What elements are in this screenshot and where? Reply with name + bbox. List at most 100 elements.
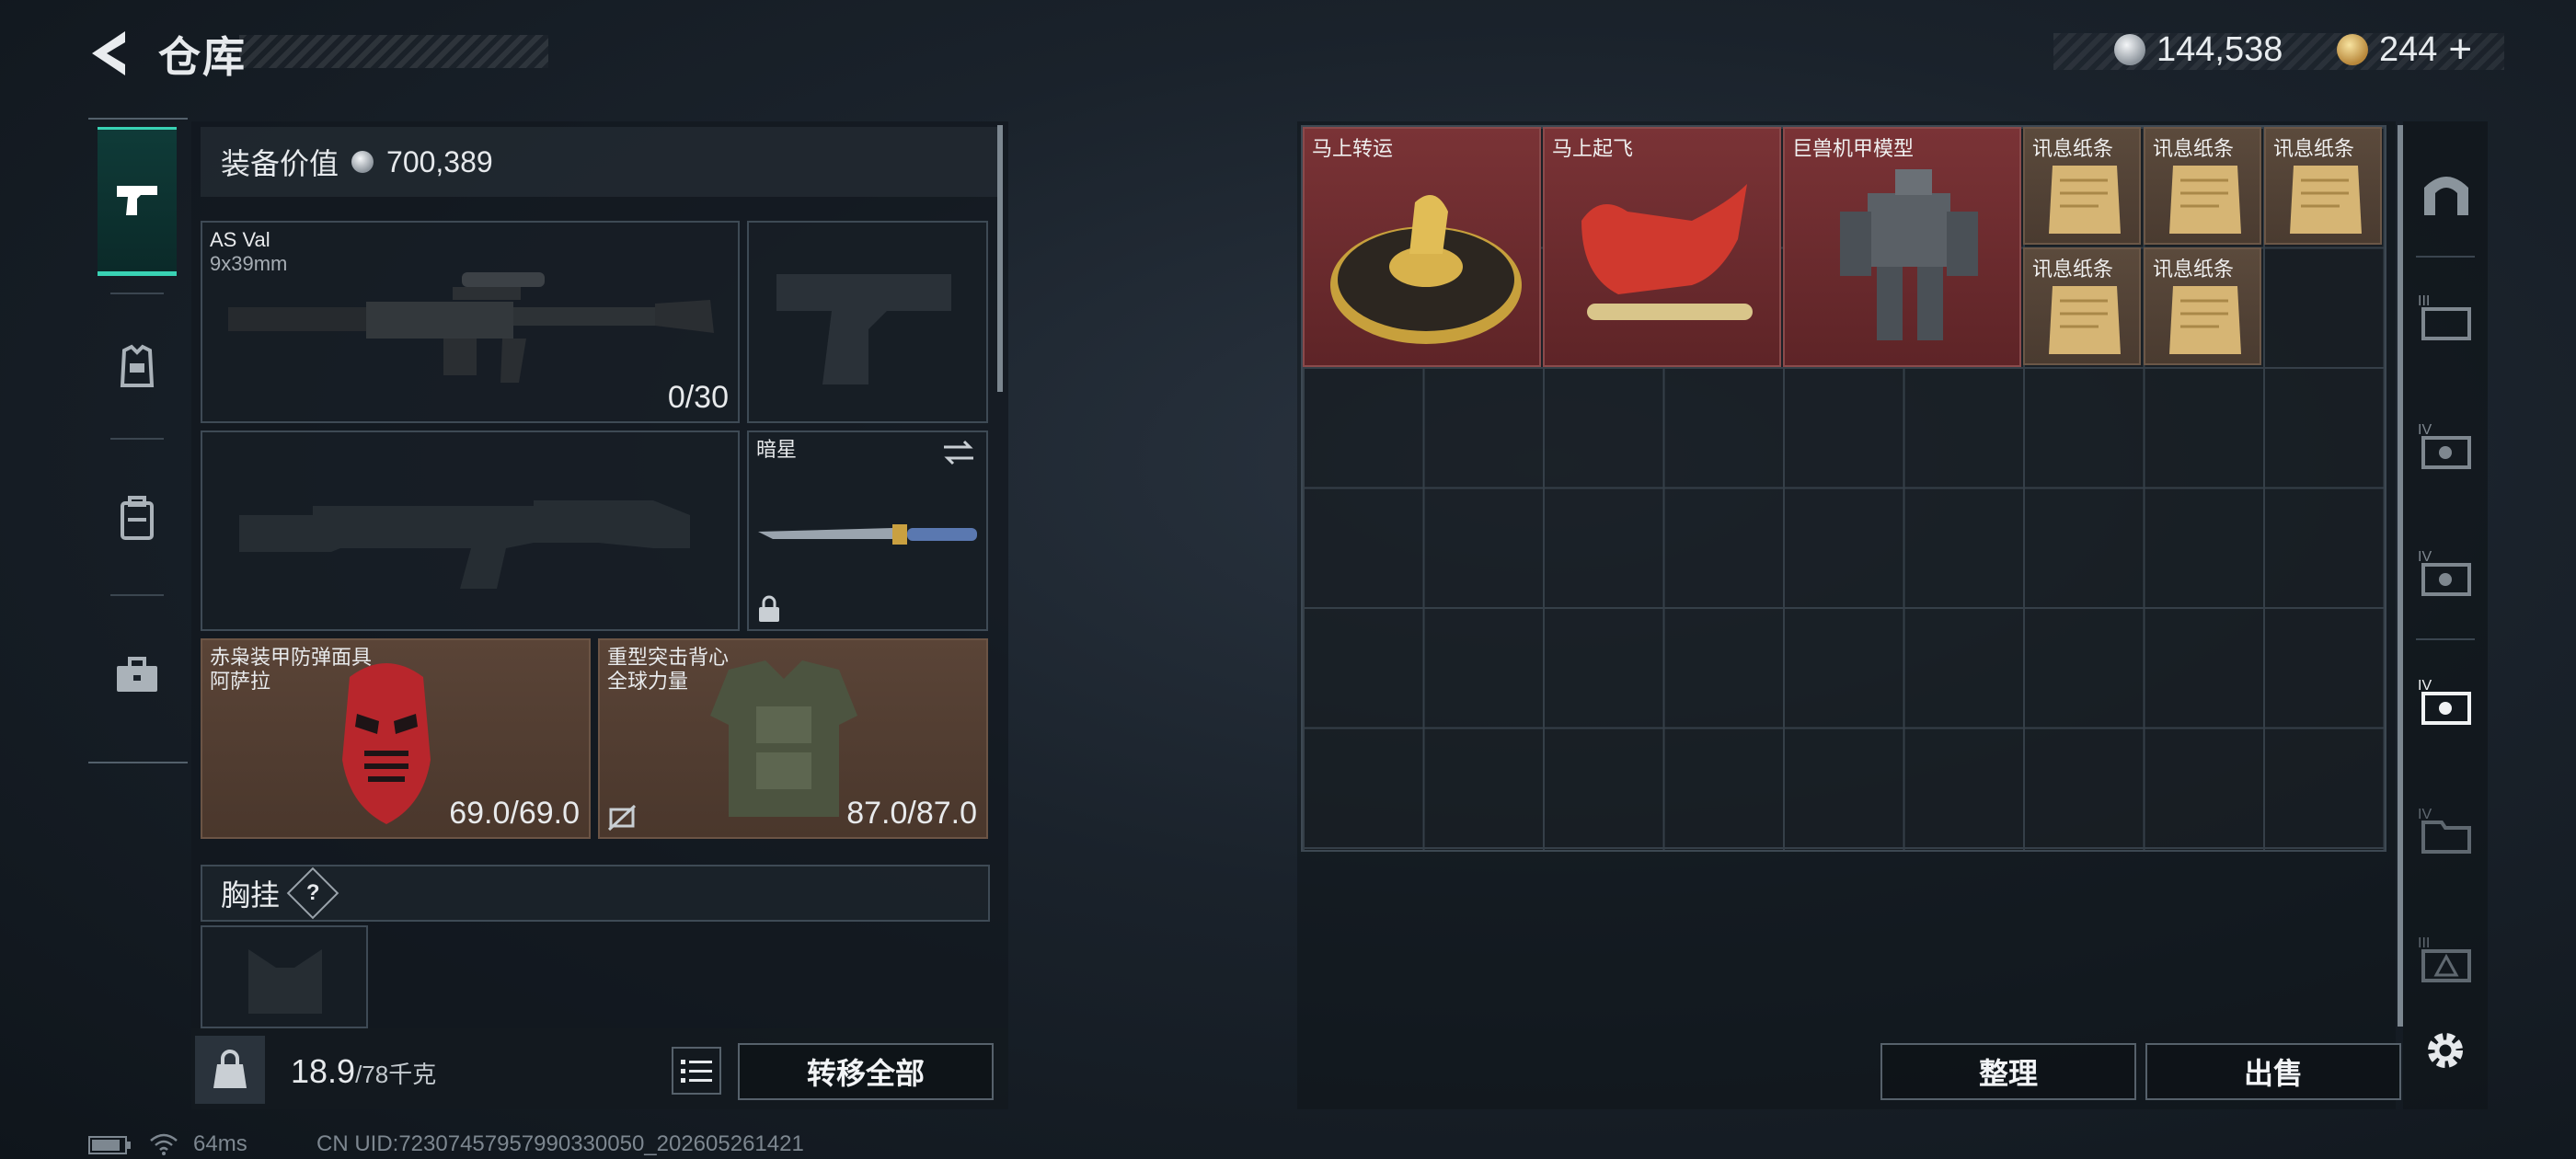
svg-text:IV: IV xyxy=(2418,549,2432,565)
pistol-slot[interactable] xyxy=(747,221,988,423)
svg-text:III: III xyxy=(2418,935,2430,951)
filter-tier4-storage-b[interactable]: IV xyxy=(2409,526,2484,618)
rifle-silhouette-icon xyxy=(239,500,690,589)
settings-button[interactable] xyxy=(2403,1004,2488,1096)
uid: CN UID:72307457957990330050_202605261421 xyxy=(316,1131,804,1156)
rail-separator xyxy=(110,438,164,440)
paper-note-icon xyxy=(2049,286,2121,354)
gold-coin-icon xyxy=(2337,34,2368,65)
weight-max: /78千克 xyxy=(355,1061,437,1088)
svg-text:III: III xyxy=(2418,293,2430,309)
vest-slot[interactable]: 重型突击背心 全球力量 87.0/87.0 xyxy=(598,638,988,839)
storage-item[interactable]: 讯息纸条 xyxy=(2264,127,2382,245)
wifi-icon xyxy=(150,1133,178,1155)
rail-backpack[interactable] xyxy=(98,445,177,592)
melee-slot[interactable]: 暗星 xyxy=(747,430,988,631)
rail-tools[interactable] xyxy=(98,602,177,749)
vest-durability: 87.0/87.0 xyxy=(846,796,977,831)
silver-amount: 144,538 xyxy=(2156,29,2283,69)
paper-note-icon xyxy=(2290,166,2362,234)
weight-bag-icon xyxy=(213,1050,247,1088)
helmet-slot[interactable]: 赤枭装甲防弹面具 阿萨拉 69.0/69.0 xyxy=(201,638,591,839)
filter-tier3-storage[interactable]: III xyxy=(2409,270,2484,362)
chest-rig-header: 胸挂 ? xyxy=(201,865,990,922)
chest-rig-slot[interactable] xyxy=(201,925,368,1028)
storage-case-icon: III xyxy=(2418,293,2471,340)
storage-item[interactable]: 讯息纸条 xyxy=(2023,247,2141,365)
organize-button[interactable]: 整理 xyxy=(1880,1043,2136,1100)
filter-separator xyxy=(2416,638,2475,640)
primary-weapon-slot[interactable]: AS Val 9x39mm 0/30 xyxy=(201,221,740,423)
storage-case-icon: IV xyxy=(2418,422,2471,469)
storage-item[interactable]: 讯息纸条 xyxy=(2144,247,2261,365)
storage-item[interactable]: 讯息纸条 xyxy=(2144,127,2261,245)
weapon-name: AS Val xyxy=(210,228,270,251)
help-icon[interactable]: ? xyxy=(286,866,339,920)
equipment-value: 700,389 xyxy=(386,144,493,178)
silver-coin-icon xyxy=(351,151,374,173)
toolbox-icon xyxy=(117,657,157,692)
gold-amount: 244 xyxy=(2379,29,2438,69)
paper-note-icon xyxy=(2049,166,2121,234)
storage-case-icon: IV xyxy=(2418,678,2471,725)
helmet-durability: 69.0/69.0 xyxy=(449,796,580,831)
backpack-icon xyxy=(121,496,154,540)
equipment-scrollbar[interactable] xyxy=(997,125,1003,392)
storage-item[interactable]: 巨兽机甲模型 xyxy=(1783,127,2021,367)
gold-currency[interactable]: 244 + xyxy=(2337,27,2472,73)
chest-rig-label: 胸挂 xyxy=(221,878,281,912)
sell-button[interactable]: 出售 xyxy=(2145,1043,2401,1100)
paper-note-icon xyxy=(2169,166,2241,234)
list-icon xyxy=(681,1060,712,1083)
add-currency-button[interactable]: + xyxy=(2448,27,2472,73)
secondary-weapon-slot[interactable] xyxy=(201,430,740,631)
chest-rig-silhouette-icon xyxy=(248,949,322,1014)
svg-text:IV: IV xyxy=(2418,422,2432,438)
storage-item[interactable]: 马上转运 xyxy=(1303,127,1541,367)
filter-separator xyxy=(2416,256,2475,258)
list-view-button[interactable] xyxy=(672,1047,721,1095)
equipment-value-label: 装备价值 xyxy=(221,147,339,180)
red-horse-icon xyxy=(1581,184,1753,320)
filter-all-storage[interactable] xyxy=(2409,147,2484,239)
svg-text:IV: IV xyxy=(2418,678,2432,694)
rail-separator xyxy=(110,594,164,596)
silver-coin-icon xyxy=(2114,34,2145,65)
back-button[interactable] xyxy=(85,26,136,81)
weight-bag-button[interactable] xyxy=(195,1036,265,1104)
filter-tier4-storage-a[interactable]: IV xyxy=(2409,399,2484,491)
back-arrow-icon xyxy=(92,31,125,75)
weight-current: 18.9 xyxy=(291,1052,356,1090)
swap-icon[interactable] xyxy=(940,438,977,467)
filter-tier4-storage-c[interactable]: IV xyxy=(2409,784,2484,876)
arch-icon xyxy=(2424,177,2468,215)
svg-text:IV: IV xyxy=(2418,807,2432,822)
mech-model-icon xyxy=(1840,169,1978,340)
filter-tier4-storage-active[interactable]: IV xyxy=(2409,655,2484,747)
pistol-silhouette-icon xyxy=(776,274,951,384)
armor-vest-icon xyxy=(120,344,155,387)
transfer-all-button[interactable]: 转移全部 xyxy=(738,1043,994,1100)
rail-armor[interactable] xyxy=(98,293,177,440)
carry-weight: 18.9/78千克 xyxy=(291,1052,436,1091)
ping: 64ms xyxy=(193,1131,247,1156)
title-decoration xyxy=(239,35,548,68)
no-insurance-icon xyxy=(607,804,637,832)
rail-top-line xyxy=(88,118,188,120)
gear-icon xyxy=(2428,1033,2463,1068)
rail-bottom-line xyxy=(88,762,188,763)
paper-note-icon xyxy=(2169,286,2241,354)
rifle-icon xyxy=(228,272,714,383)
filter-tier3-storage-b[interactable]: III xyxy=(2409,912,2484,1004)
storage-item[interactable]: 马上起飞 xyxy=(1543,127,1781,367)
horse-coin-icon xyxy=(1330,195,1522,344)
red-mask-icon xyxy=(342,663,431,824)
storage-folder-icon: IV xyxy=(2418,807,2471,854)
storage-item[interactable]: 讯息纸条 xyxy=(2023,127,2141,245)
silver-currency: 144,538 xyxy=(2114,28,2283,72)
rail-weapons[interactable] xyxy=(98,127,177,276)
equipment-value-bar: 装备价值 700,389 xyxy=(201,127,997,197)
knife-icon xyxy=(758,524,977,545)
melee-name: 暗星 xyxy=(756,438,798,461)
pistol-icon xyxy=(117,186,157,215)
